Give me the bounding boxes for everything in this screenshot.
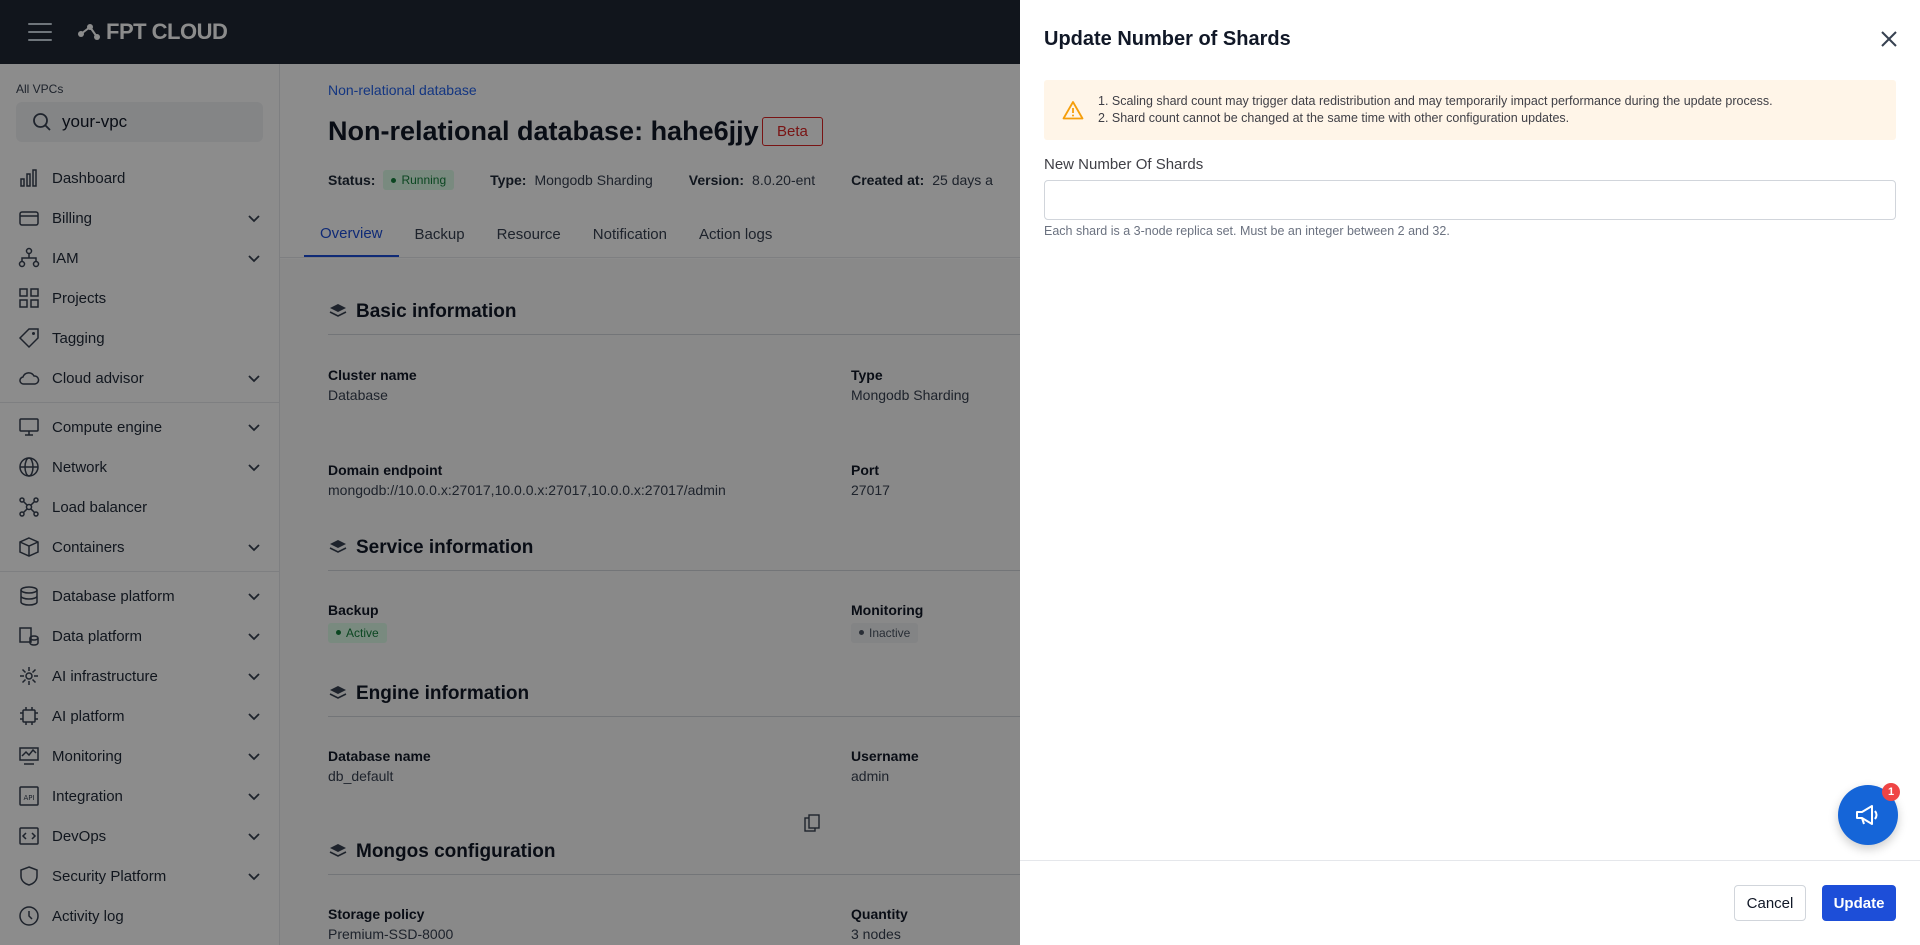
warning-alert: 1. Scaling shard count may trigger data … [1044,80,1896,140]
update-button[interactable]: Update [1822,885,1896,921]
shards-field-label: New Number Of Shards [1044,156,1204,173]
modal-overlay[interactable] [0,0,1020,945]
shards-input[interactable] [1044,180,1896,220]
warning-line-2: 2. Shard count cannot be changed at the … [1098,111,1570,125]
drawer-title: Update Number of Shards [1044,28,1291,50]
shards-hint: Each shard is a 3-node replica set. Must… [1044,224,1450,238]
megaphone-icon [1856,805,1878,825]
drawer-footer-divider [1020,860,1920,861]
notification-count-badge: 1 [1882,783,1900,801]
update-shards-drawer: Update Number of Shards 1. Scaling shard… [1020,0,1920,945]
cancel-button[interactable]: Cancel [1734,885,1806,921]
warning-text: 1. Scaling shard count may trigger data … [1098,93,1773,127]
announcement-button[interactable]: 1 [1838,783,1900,845]
warning-line-1: 1. Scaling shard count may trigger data … [1098,94,1773,108]
warning-icon [1062,101,1084,120]
close-icon[interactable] [1880,30,1898,48]
